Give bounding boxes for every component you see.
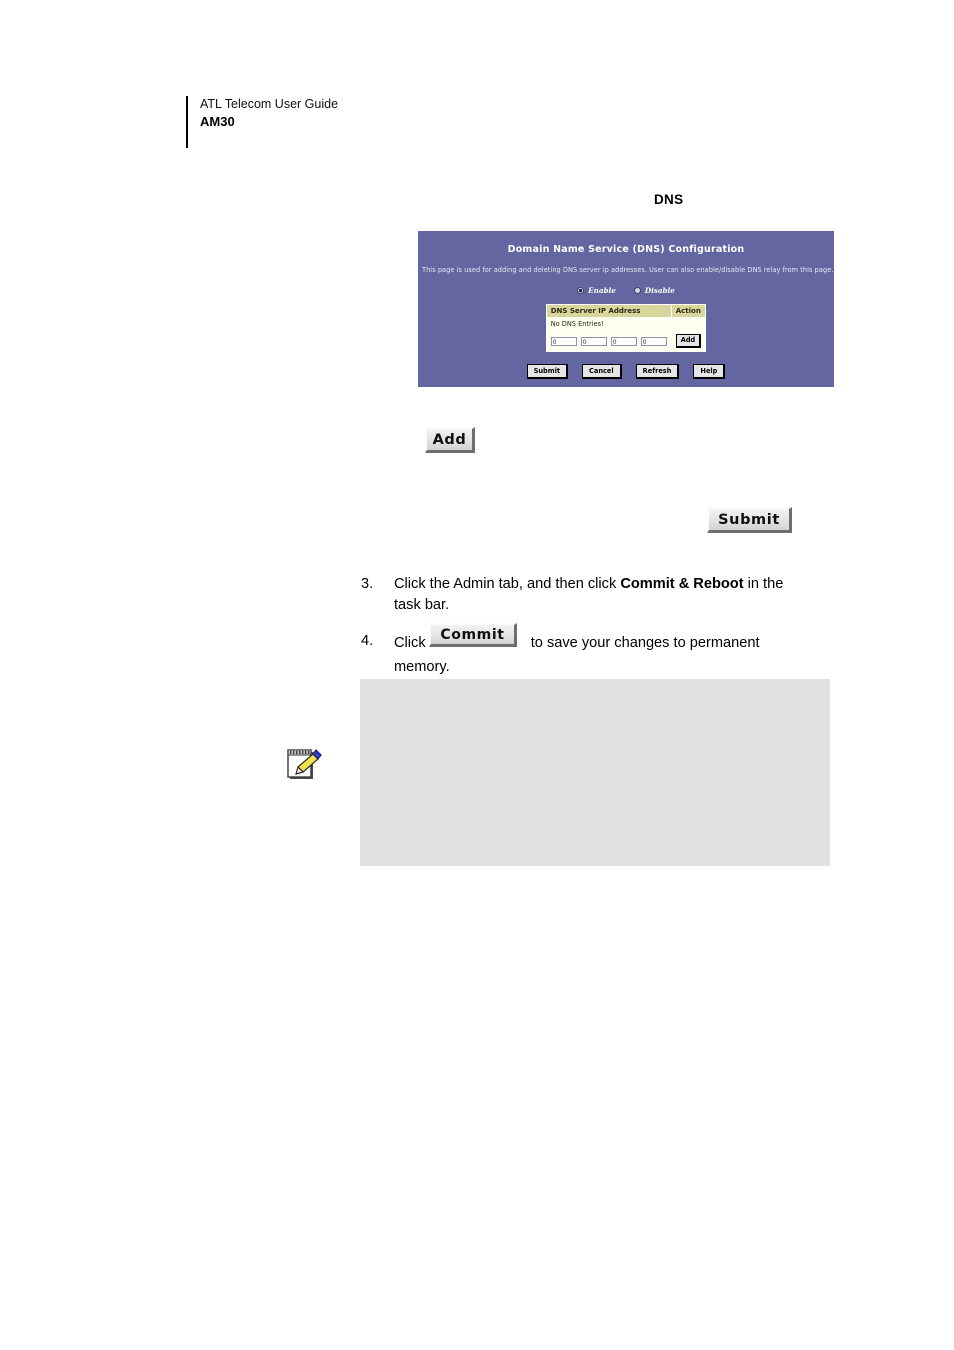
step-3: 3. Click the Admin tab, and then click C…: [361, 574, 811, 616]
cancel-button[interactable]: Cancel: [582, 364, 622, 379]
help-button[interactable]: Help: [693, 364, 726, 379]
column-header-ip-address: DNS Server IP Address: [545, 304, 672, 318]
step-3-bold-term: Commit & Reboot: [620, 576, 744, 592]
running-header: ATL Telecom User Guide AM30: [186, 96, 338, 148]
guide-title: ATL Telecom User Guide: [200, 97, 339, 111]
ip-address-inputs: 0 0 0 0: [550, 336, 667, 346]
radio-disable[interactable]: Disable: [633, 286, 675, 295]
note-callout-box: [360, 679, 830, 866]
add-button-graphic: Add: [425, 427, 475, 453]
dns-relay-radio-group: Enable Disable: [418, 286, 834, 295]
radio-enable-label: Enable: [588, 286, 616, 295]
step-4-number: 4.: [361, 633, 374, 649]
commit-button-graphic: Commit: [429, 623, 517, 647]
figure-caption-dns: DNS: [654, 192, 684, 207]
table-header-row: DNS Server IP Address Action: [545, 304, 707, 318]
step-3-number: 3.: [361, 576, 374, 592]
radio-enable[interactable]: Enable: [577, 286, 616, 295]
row-action-cell: Add: [670, 330, 707, 352]
dns-table-container: DNS Server IP Address Action No DNS Entr…: [418, 304, 834, 352]
ip-octet-4-input[interactable]: 0: [640, 336, 667, 346]
router-dns-configuration-screenshot: Domain Name Service (DNS) Configuration …: [418, 231, 834, 387]
note-pencil-icon: [287, 749, 322, 779]
model-number: AM30: [200, 114, 235, 129]
add-dns-entry-button[interactable]: Add: [675, 334, 702, 348]
note-text: [360, 679, 830, 707]
step-3-text: Click the Admin tab, and then click Comm…: [394, 574, 811, 616]
submit-button-graphic: Submit: [707, 507, 792, 533]
column-header-action: Action: [670, 304, 707, 318]
step-4-text-before: Click: [394, 635, 430, 651]
radio-disable-icon[interactable]: [633, 287, 641, 294]
no-dns-entries-message: No DNS Entries!: [545, 317, 707, 331]
ip-octet-2-input[interactable]: 0: [580, 336, 607, 346]
table-row: 0 0 0 0 Add: [545, 330, 707, 352]
submit-button[interactable]: Submit: [526, 364, 569, 379]
table-empty-row: No DNS Entries!: [545, 317, 707, 331]
step-3-text-before: Click the Admin tab, and then click: [394, 576, 621, 592]
router-form-buttons: Submit Cancel Refresh Help: [418, 364, 834, 379]
radio-disable-label: Disable: [644, 286, 675, 295]
router-page-description: This page is used for adding and deletin…: [422, 266, 834, 274]
ip-octet-1-input[interactable]: 0: [550, 336, 577, 346]
ip-octet-cell: 0 0 0 0: [545, 330, 672, 352]
router-page-title: Domain Name Service (DNS) Configuration: [507, 244, 745, 255]
radio-enable-icon[interactable]: [577, 287, 585, 294]
dns-server-table: DNS Server IP Address Action No DNS Entr…: [545, 304, 707, 352]
refresh-button[interactable]: Refresh: [635, 364, 680, 379]
ip-octet-3-input[interactable]: 0: [610, 336, 637, 346]
